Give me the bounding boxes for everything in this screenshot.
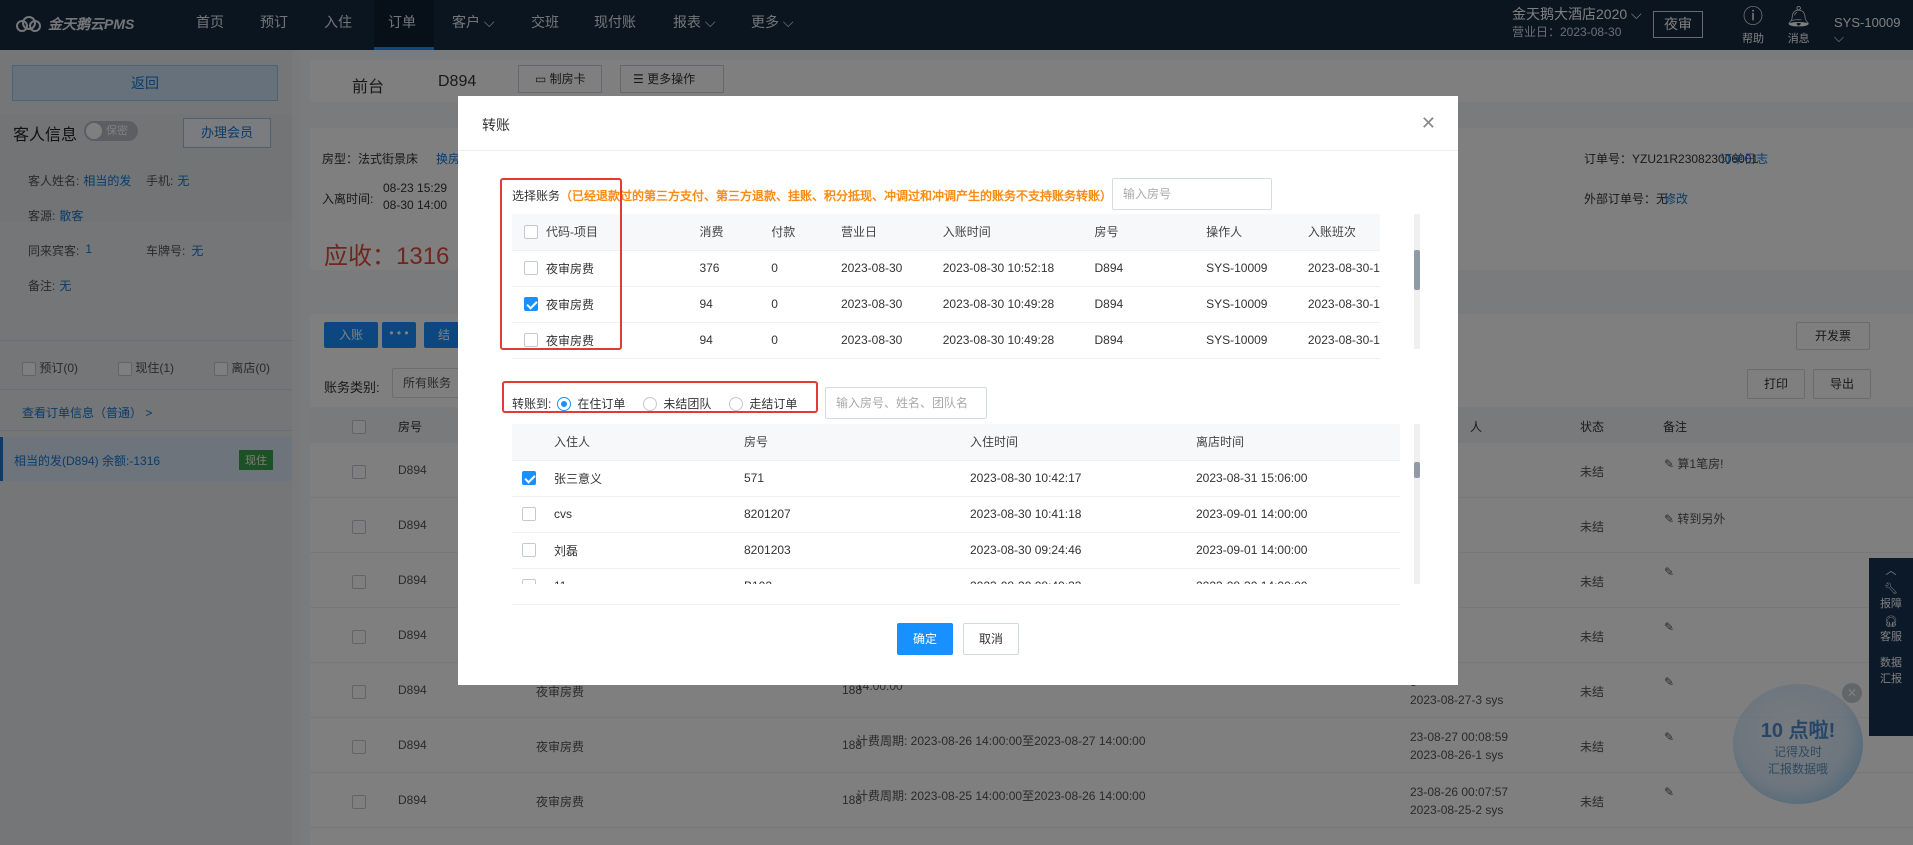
highlight-box-accounts: [500, 178, 622, 350]
header-post-time: 入账时间: [942, 214, 1095, 251]
accounts-table: 代码-项目 消费 付款 营业日 入账时间 房号 操作人 入账班次 夜审房费 376…: [512, 214, 1380, 359]
account-cell-shift: 2023-08-30-1: [1307, 322, 1380, 359]
header-operator: 操作人: [1206, 214, 1308, 251]
highlight-box-transfer-to: [502, 381, 818, 413]
guest-row[interactable]: 刘磊 8201203 2023-08-30 09:24:46 2023-09-01 1…: [512, 532, 1400, 569]
transfer-warning: （已经退款过的第三方支付、第三方退款、挂账、积分抵现、冲调过和冲调产生的账务不支…: [560, 189, 1113, 203]
guest-cell-in: 2023-08-30 09:24:46: [970, 532, 1196, 569]
guest-cell-out: 2023-08-31 15:06:00: [1196, 460, 1400, 497]
guest-cell-room: 8201203: [744, 532, 970, 569]
account-row[interactable]: 夜审房费 376 0 2023-08-30 2023-08-30 10:52:18 D89…: [512, 250, 1380, 287]
target-search-input[interactable]: 输入房号、姓名、团队名: [825, 387, 987, 419]
account-cell-date: 2023-08-30: [840, 286, 943, 323]
confirm-button[interactable]: 确定: [897, 623, 953, 655]
guest-cell-name: 刘磊: [554, 532, 744, 569]
account-cell-date: 2023-08-30: [840, 322, 943, 359]
account-cell-op: SYS-10009: [1206, 250, 1308, 287]
guest-cell-out: 2023-09-01 14:00:00: [1196, 496, 1400, 533]
guest-row[interactable]: cvs 8201207 2023-08-30 10:41:18 2023-09-01 …: [512, 496, 1400, 533]
guests-scrollbar[interactable]: [1414, 424, 1420, 584]
guest-row-checkbox[interactable]: [522, 543, 536, 558]
account-cell-pay: 0: [771, 322, 841, 359]
account-row[interactable]: 夜审房费 94 0 2023-08-30 2023-08-30 10:49:28 D894…: [512, 286, 1380, 323]
account-cell-consume: 94: [699, 322, 772, 359]
guest-cell-out: 2023-09-01 14:00:00: [1196, 532, 1400, 569]
account-cell-op: SYS-10009: [1206, 286, 1308, 323]
guest-cell-in: 2023-08-30 10:41:18: [970, 496, 1196, 533]
account-cell-shift: 2023-08-30-1: [1307, 286, 1380, 323]
guest-row[interactable]: 张三意义 571 2023-08-30 10:42:17 2023-08-31 15:…: [512, 460, 1400, 497]
guests-table-header: 入住人 房号 入住时间 离店时间: [512, 424, 1400, 461]
guests-table: 入住人 房号 入住时间 离店时间 张三意义 571 2023-08-30 10:42…: [512, 424, 1400, 605]
accounts-scrollbar[interactable]: [1414, 214, 1420, 349]
guests-scrollbar-thumb[interactable]: [1414, 462, 1420, 478]
account-cell-date: 2023-08-30: [840, 250, 943, 287]
guest-row-checkbox[interactable]: [522, 507, 536, 522]
account-cell-time: 2023-08-30 10:49:28: [942, 286, 1095, 323]
account-cell-consume: 376: [699, 250, 772, 287]
account-cell-time: 2023-08-30 10:52:18: [942, 250, 1095, 287]
guest-cell-room: 8201207: [744, 496, 970, 533]
guest-cell-in: 2023-08-30 10:42:17: [970, 460, 1196, 497]
header-check-out-time: 离店时间: [1196, 424, 1400, 461]
header-guest-room: 房号: [744, 424, 970, 461]
header-check-in-time: 入住时间: [970, 424, 1196, 461]
guest-row-checkbox[interactable]: [522, 471, 536, 486]
cancel-button[interactable]: 取消: [963, 623, 1019, 655]
account-cell-pay: 0: [771, 286, 841, 323]
header-room: 房号: [1094, 214, 1207, 251]
account-row[interactable]: 夜审房费 94 0 2023-08-30 2023-08-30 10:49:28 D894…: [512, 322, 1380, 359]
guest-cell-name: cvs: [554, 496, 744, 533]
account-cell-shift: 2023-08-30-1: [1307, 250, 1380, 287]
account-cell-time: 2023-08-30 10:49:28: [942, 322, 1095, 359]
transfer-dialog: 转账 ✕ 选择账务（已经退款过的第三方支付、第三方退款、挂账、积分抵现、冲调过和…: [458, 96, 1458, 685]
header-guest: 入住人: [554, 424, 744, 461]
guest-row-checkbox-cell: [512, 496, 554, 533]
guest-cell-name: 张三意义: [554, 460, 744, 497]
header-shift: 入账班次: [1307, 214, 1380, 251]
header-consume: 消费: [699, 214, 772, 251]
dialog-header: 转账: [458, 96, 1458, 151]
guest-row-checkbox-cell: [512, 460, 554, 497]
header-business-date: 营业日: [840, 214, 943, 251]
account-cell-room: D894: [1094, 286, 1207, 323]
accounts-table-header: 代码-项目 消费 付款 营业日 入账时间 房号 操作人 入账班次: [512, 214, 1380, 251]
accounts-table-body: 夜审房费 376 0 2023-08-30 2023-08-30 10:52:18 D89…: [512, 250, 1380, 359]
guests-table-body: 张三意义 571 2023-08-30 10:42:17 2023-08-31 15:…: [512, 460, 1400, 605]
accounts-scrollbar-thumb[interactable]: [1414, 250, 1420, 290]
header-payment: 付款: [771, 214, 841, 251]
guests-table-clip: [512, 584, 1412, 604]
room-search-input[interactable]: 输入房号: [1112, 178, 1272, 210]
guest-row-checkbox-cell: [512, 532, 554, 569]
dialog-title: 转账: [482, 117, 510, 133]
close-icon[interactable]: ✕: [1421, 113, 1436, 134]
account-cell-pay: 0: [771, 250, 841, 287]
account-cell-op: SYS-10009: [1206, 322, 1308, 359]
guest-cell-room: 571: [744, 460, 970, 497]
account-cell-room: D894: [1094, 322, 1207, 359]
account-cell-room: D894: [1094, 250, 1207, 287]
account-cell-consume: 94: [699, 286, 772, 323]
